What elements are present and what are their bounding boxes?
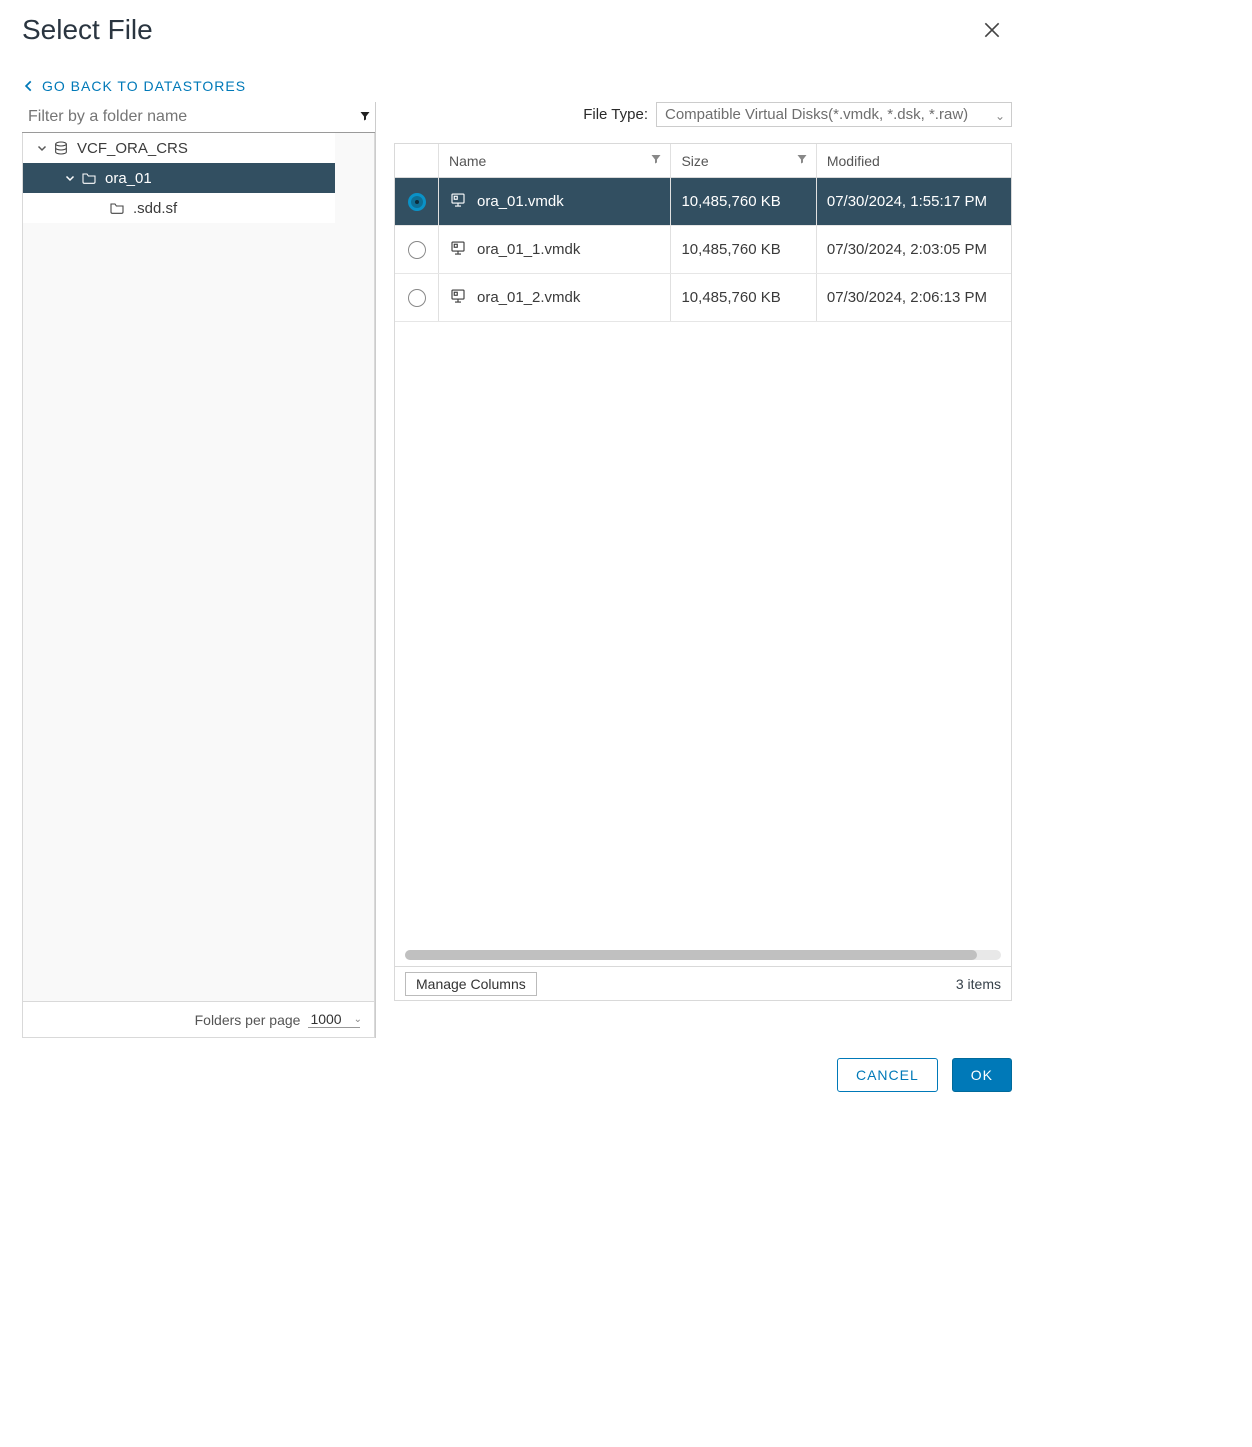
back-to-datastores-link[interactable]: GO BACK TO DATASTORES	[22, 78, 1012, 94]
file-name: ora_01.vmdk	[477, 193, 564, 210]
row-radio[interactable]	[395, 226, 439, 273]
folder-filter-input[interactable]	[24, 106, 359, 128]
back-link-label: GO BACK TO DATASTORES	[42, 78, 246, 94]
tree-node-datastore[interactable]: VCF_ORA_CRS	[23, 133, 335, 163]
cell-name: ora_01.vmdk	[439, 178, 671, 225]
tree-node-folder[interactable]: .sdd.sf	[23, 193, 335, 223]
vmdk-icon	[449, 287, 467, 309]
cell-name: ora_01_2.vmdk	[439, 274, 671, 321]
horizontal-scrollbar[interactable]	[405, 950, 1001, 960]
table-row[interactable]: ora_01_1.vmdk 10,485,760 KB07/30/2024, 2:…	[395, 226, 1011, 274]
column-select	[395, 144, 439, 177]
table-row[interactable]: ora_01_2.vmdk 10,485,760 KB07/30/2024, 2:…	[395, 274, 1011, 322]
column-header-name[interactable]: Name	[439, 144, 671, 177]
dialog-header: Select File	[22, 14, 1012, 46]
file-type-row: File Type: Compatible Virtual Disks(*.vm…	[394, 102, 1012, 127]
close-button[interactable]	[978, 16, 1006, 44]
table-row[interactable]: ora_01.vmdk 10,485,760 KB07/30/2024, 1:55…	[395, 178, 1011, 226]
row-radio[interactable]	[395, 178, 439, 225]
item-count: 3 items	[956, 976, 1001, 992]
folder-panel: VCF_ORA_CRS ora_01	[22, 102, 376, 1038]
file-type-select[interactable]: Compatible Virtual Disks(*.vmdk, *.dsk, …	[656, 102, 1012, 127]
cell-size: 10,485,760 KB	[671, 178, 816, 225]
chevron-down-icon[interactable]	[61, 172, 79, 184]
folder-filter	[22, 102, 375, 133]
folder-tree-container: VCF_ORA_CRS ora_01	[22, 133, 375, 1038]
datastore-icon	[51, 140, 71, 156]
grid-body: ora_01.vmdk10,485,760 KB07/30/2024, 1:55…	[395, 178, 1011, 946]
cancel-button[interactable]: CANCEL	[837, 1058, 938, 1092]
tree-node-label: .sdd.sf	[133, 200, 177, 217]
row-radio[interactable]	[395, 274, 439, 321]
cell-modified: 07/30/2024, 2:03:05 PM	[817, 226, 1011, 273]
cell-modified: 07/30/2024, 2:06:13 PM	[817, 274, 1011, 321]
tree-node-folder-selected[interactable]: ora_01	[23, 163, 335, 193]
file-type-value: Compatible Virtual Disks(*.vmdk, *.dsk, …	[665, 106, 968, 123]
chevron-down-icon: ⌄	[995, 109, 1005, 123]
folder-icon	[107, 200, 127, 216]
chevron-down-icon[interactable]	[33, 142, 51, 154]
column-header-modified[interactable]: Modified	[817, 144, 1011, 177]
vmdk-icon	[449, 239, 467, 261]
manage-columns-button[interactable]: Manage Columns	[405, 972, 537, 996]
tree-node-label: VCF_ORA_CRS	[77, 140, 188, 157]
cell-modified: 07/30/2024, 1:55:17 PM	[817, 178, 1011, 225]
folders-per-page: Folders per page 1000 ⌄	[23, 1001, 374, 1037]
chevron-left-icon	[22, 79, 36, 93]
filter-icon[interactable]	[359, 110, 373, 125]
tree-node-label: ora_01	[105, 170, 152, 187]
file-grid: Name Size Modified ora	[394, 143, 1012, 1001]
folder-tree[interactable]: VCF_ORA_CRS ora_01	[23, 133, 374, 1001]
cell-size: 10,485,760 KB	[671, 226, 816, 273]
file-name: ora_01_2.vmdk	[477, 289, 580, 306]
file-panel: File Type: Compatible Virtual Disks(*.vm…	[394, 102, 1012, 1038]
grid-header: Name Size Modified	[395, 144, 1011, 178]
folders-per-page-select[interactable]: 1000	[308, 1011, 359, 1028]
folder-icon	[79, 170, 99, 186]
select-file-dialog: Select File GO BACK TO DATASTORES	[0, 0, 1012, 1116]
filter-icon[interactable]	[796, 153, 808, 168]
cell-name: ora_01_1.vmdk	[439, 226, 671, 273]
dialog-buttons: CANCEL OK	[22, 1058, 1012, 1092]
grid-footer: Manage Columns 3 items	[395, 966, 1011, 1000]
file-name: ora_01_1.vmdk	[477, 241, 580, 258]
filter-icon[interactable]	[650, 153, 662, 168]
dialog-title: Select File	[22, 14, 153, 46]
vmdk-icon	[449, 191, 467, 213]
folders-per-page-label: Folders per page	[195, 1012, 301, 1028]
file-type-label: File Type:	[583, 106, 648, 123]
cell-size: 10,485,760 KB	[671, 274, 816, 321]
ok-button[interactable]: OK	[952, 1058, 1012, 1092]
column-header-size[interactable]: Size	[671, 144, 816, 177]
close-icon	[982, 20, 1002, 40]
